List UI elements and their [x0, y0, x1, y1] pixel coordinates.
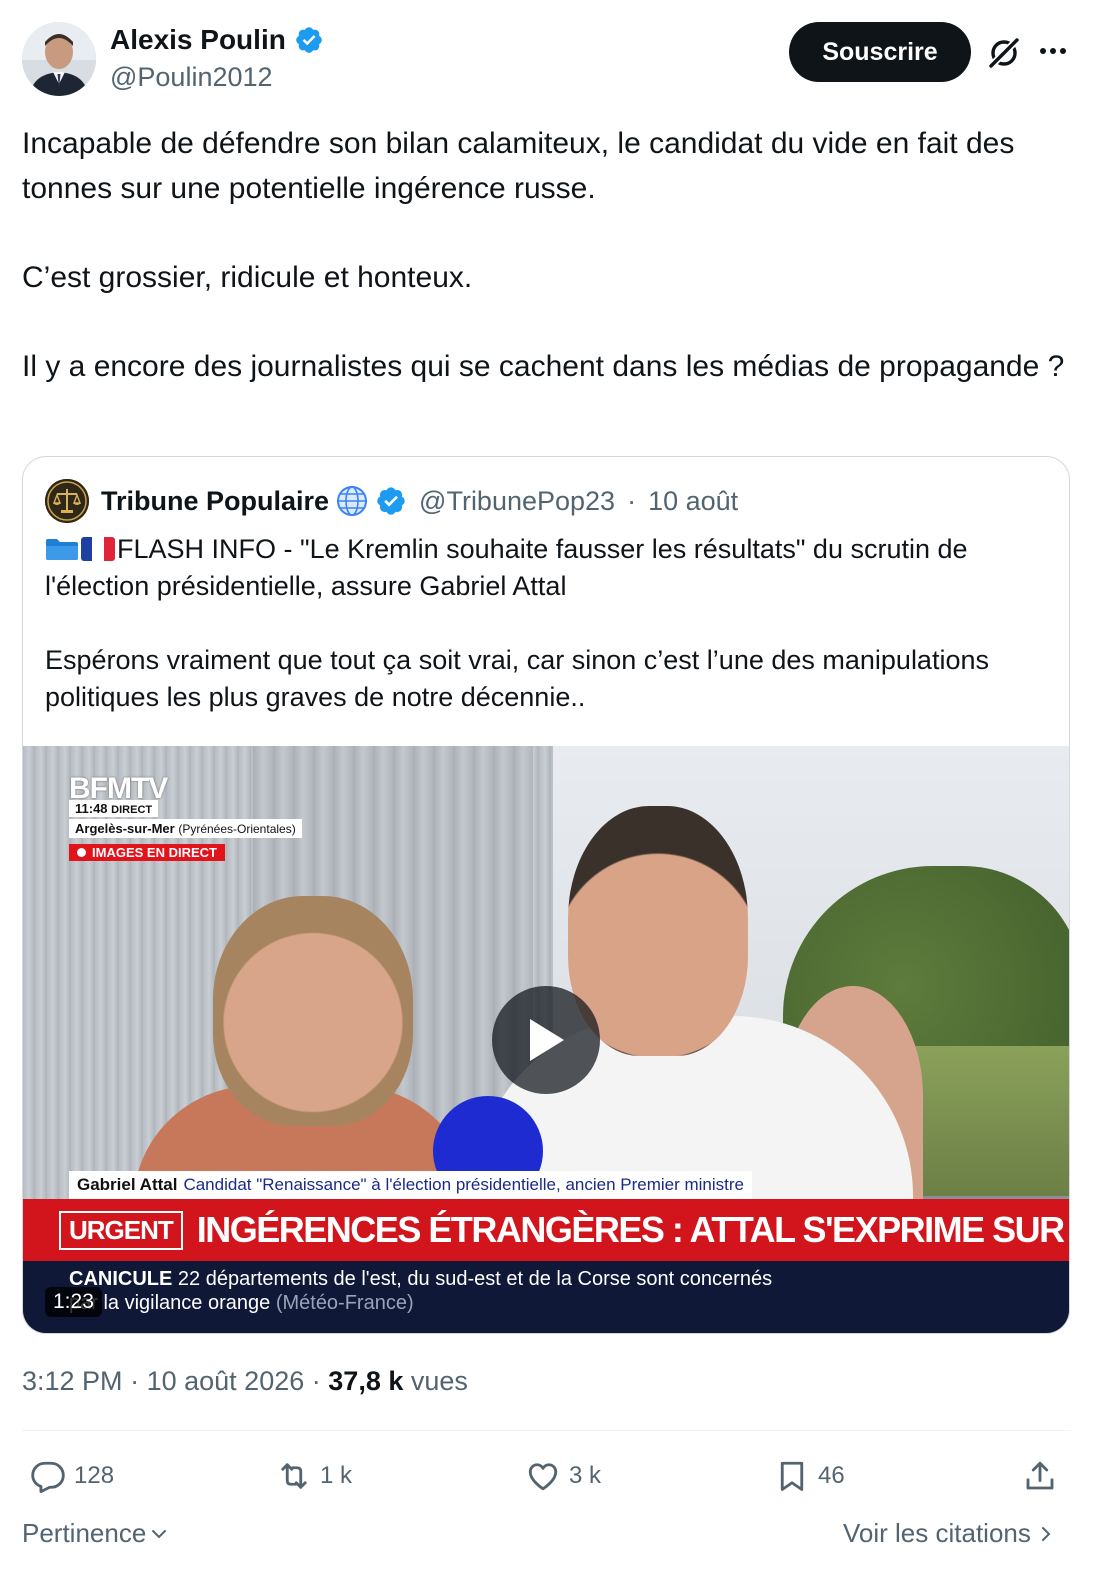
- heart-icon: [528, 1463, 558, 1491]
- view-quotes-link[interactable]: Voir les citations: [843, 1518, 1055, 1549]
- quoted-text-line: FLASH INFO - "Le Kremlin souhaite fausse…: [45, 534, 968, 601]
- bookmark-icon: [780, 1461, 804, 1491]
- share-button[interactable]: [1022, 1452, 1058, 1500]
- scales-of-justice-icon: [45, 479, 89, 523]
- quoted-author-avatar[interactable]: [45, 479, 89, 523]
- broadcast-time: 11:48 DIRECT: [69, 800, 159, 817]
- quoted-author-handle[interactable]: @TribunePop23: [419, 486, 615, 517]
- quoted-tweet-text: FLASH INFO - "Le Kremlin souhaite fausse…: [45, 531, 1055, 716]
- action-bar: 128 1 k 3 k 46: [22, 1452, 1070, 1500]
- broadcast-location: Argelès-sur-Mer (Pyrénées-Orientales): [69, 819, 302, 838]
- chevron-right-icon: [1041, 1526, 1051, 1541]
- separator-dot: ·: [627, 485, 637, 516]
- repost-button[interactable]: 1 k: [276, 1452, 352, 1500]
- sort-label: Pertinence: [22, 1518, 147, 1548]
- tweet-time[interactable]: 3:12 PM: [22, 1366, 123, 1396]
- verified-badge-icon: [296, 27, 322, 53]
- urgent-headline: INGÉRENCES ÉTRANGÈRES : ATTAL S'EXPRIME …: [196, 1209, 1069, 1250]
- views-count: 37,8 k: [328, 1366, 404, 1396]
- live-badge: IMAGES EN DIRECT: [69, 844, 225, 861]
- tweet-paragraph: Incapable de défendre son bilan calamite…: [22, 127, 1015, 205]
- chevron-down-icon: [152, 1529, 167, 1538]
- repost-icon: [281, 1463, 307, 1489]
- author-handle[interactable]: @Poulin2012: [110, 62, 273, 93]
- play-icon: [530, 1019, 564, 1061]
- reply-count: 128: [74, 1462, 115, 1489]
- tweet-meta: 3:12 PM · 10 août 2026 · 37,8 k vues: [22, 1366, 468, 1396]
- more-options-icon[interactable]: [1036, 34, 1070, 68]
- play-button[interactable]: [492, 986, 600, 1094]
- urgent-tag: URGENT: [59, 1210, 183, 1250]
- live-dot-icon: [77, 848, 86, 857]
- reply-icon: [31, 1461, 65, 1494]
- speaker-caption: Gabriel Attal Candidat "Renaissance" à l'…: [69, 1171, 752, 1199]
- quoted-date[interactable]: 10 août: [648, 486, 738, 517]
- subscribe-button[interactable]: Souscrire: [789, 22, 971, 82]
- like-count: 3 k: [569, 1462, 602, 1489]
- grok-icon[interactable]: [985, 34, 1023, 72]
- video-duration: 1:23: [45, 1287, 102, 1317]
- tweet-paragraph: C’est grossier, ridicule et honteux.: [22, 260, 473, 294]
- quoted-text-line: Espérons vraiment que tout ça soit vrai,…: [45, 645, 989, 712]
- divider: [22, 1430, 1070, 1431]
- france-flag-icon: [81, 537, 115, 561]
- verified-badge-icon: [377, 487, 405, 515]
- quoted-tweet[interactable]: Tribune Populaire @TribunePop23 · 10 aoû…: [22, 456, 1070, 1334]
- view-quotes-label: Voir les citations: [843, 1518, 1031, 1548]
- like-button[interactable]: 3 k: [525, 1452, 601, 1500]
- views-label: vues: [410, 1366, 468, 1396]
- author-name[interactable]: Alexis Poulin: [110, 24, 286, 56]
- author-avatar[interactable]: [22, 22, 96, 96]
- sort-dropdown[interactable]: Pertinence: [22, 1518, 170, 1549]
- quoted-tweet-header: Tribune Populaire @TribunePop23 · 10 aoû…: [45, 479, 738, 523]
- tweet-paragraph: Il y a encore des journalistes qui se ca…: [22, 349, 1065, 383]
- blue-folder-icon: [46, 539, 78, 560]
- tweet-text: Incapable de défendre son bilan calamite…: [22, 122, 1082, 389]
- repost-count: 1 k: [320, 1462, 353, 1489]
- news-ticker: CANICULE 22 départements de l'est, du su…: [23, 1261, 1069, 1333]
- video-player[interactable]: BFMTV 11:48 DIRECT Argelès-sur-Mer (Pyré…: [23, 746, 1069, 1333]
- tweet-date[interactable]: 10 août 2026: [147, 1366, 305, 1396]
- video-person: [213, 896, 413, 1126]
- reply-button[interactable]: 128: [30, 1452, 114, 1500]
- quoted-author-name[interactable]: Tribune Populaire: [101, 486, 329, 517]
- urgent-banner: URGENT INGÉRENCES ÉTRANGÈRES : ATTAL S'E…: [23, 1199, 1069, 1261]
- globe-icon: [337, 486, 368, 516]
- avatar-image: [22, 22, 96, 96]
- bookmark-count: 46: [818, 1462, 845, 1489]
- share-icon: [1026, 1461, 1054, 1490]
- bookmark-button[interactable]: 46: [774, 1452, 845, 1500]
